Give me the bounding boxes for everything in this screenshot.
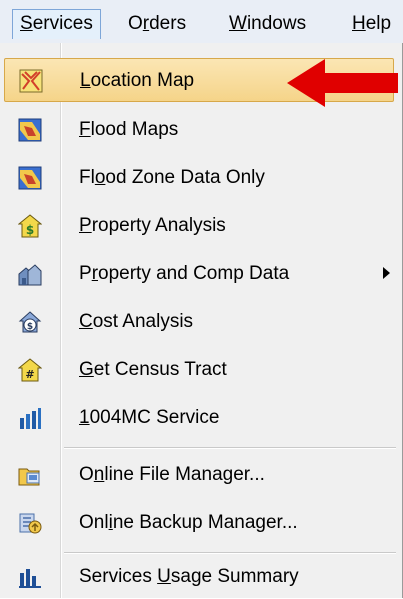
menu-item-label: Flood Zone Data Only — [79, 167, 265, 188]
usage-summary-icon — [19, 569, 41, 588]
menu-item-get-census-tract[interactable]: # Get Census Tract — [4, 348, 394, 392]
menu-item-property-analysis[interactable]: $ Property Analysis — [4, 204, 394, 248]
menu-item-label: Flood Maps — [79, 119, 179, 140]
menu-item-online-backup-manager[interactable]: Online Backup Manager... — [4, 501, 394, 545]
svg-text:#: # — [25, 368, 34, 381]
svg-text:$: $ — [27, 322, 33, 332]
flood-map-icon — [18, 118, 42, 142]
menu-services[interactable]: Services — [12, 9, 101, 39]
backup-manager-icon — [19, 513, 42, 534]
menu-item-label: Get Census Tract — [79, 359, 227, 380]
menu-item-label: Services Usage Summary — [79, 566, 299, 587]
menu-separator — [64, 552, 396, 554]
menu-item-property-and-comp-data[interactable]: Property and Comp Data — [4, 252, 394, 296]
menu-help[interactable]: Help — [345, 9, 398, 39]
property-comp-icon — [18, 264, 42, 286]
location-map-icon — [19, 69, 43, 93]
svg-text:$: $ — [26, 223, 34, 237]
menu-item-label: Online Backup Manager... — [79, 512, 298, 533]
menu-orders[interactable]: Orders — [121, 9, 193, 39]
submenu-arrow-icon — [383, 267, 390, 279]
census-tract-icon: # — [18, 358, 42, 382]
red-arrow-icon — [287, 59, 398, 107]
menu-item-label: Online File Manager... — [79, 464, 265, 485]
menu-item-label: Property and Comp Data — [79, 263, 290, 284]
menu-item-online-file-manager[interactable]: Online File Manager... — [4, 453, 394, 497]
services-dropdown: Location Map Flood Maps Flood Zone Data … — [0, 43, 403, 598]
menu-item-services-usage-summary[interactable]: Services Usage Summary — [4, 555, 394, 599]
menu-item-label: Property Analysis — [79, 215, 226, 236]
menu-item-flood-zone-data-only[interactable]: Flood Zone Data Only — [4, 156, 394, 200]
file-manager-icon — [18, 468, 40, 486]
menu-item-flood-maps[interactable]: Flood Maps — [4, 108, 394, 152]
menu-windows[interactable]: Windows — [222, 9, 313, 39]
menu-separator — [64, 447, 396, 449]
property-analysis-icon: $ — [18, 214, 42, 238]
menu-item-cost-analysis[interactable]: $ Cost Analysis — [4, 300, 394, 344]
bar-chart-icon — [20, 408, 41, 429]
menu-item-label: Location Map — [80, 70, 195, 91]
menu-bar: Services Orders Windows Help — [0, 0, 403, 44]
menu-item-1004mc-service[interactable]: 1004MC Service — [4, 396, 394, 440]
cost-analysis-icon: $ — [18, 311, 42, 333]
menu-item-label: Cost Analysis — [79, 311, 194, 332]
menu-item-label: 1004MC Service — [79, 407, 220, 428]
flood-zone-icon — [18, 166, 42, 190]
